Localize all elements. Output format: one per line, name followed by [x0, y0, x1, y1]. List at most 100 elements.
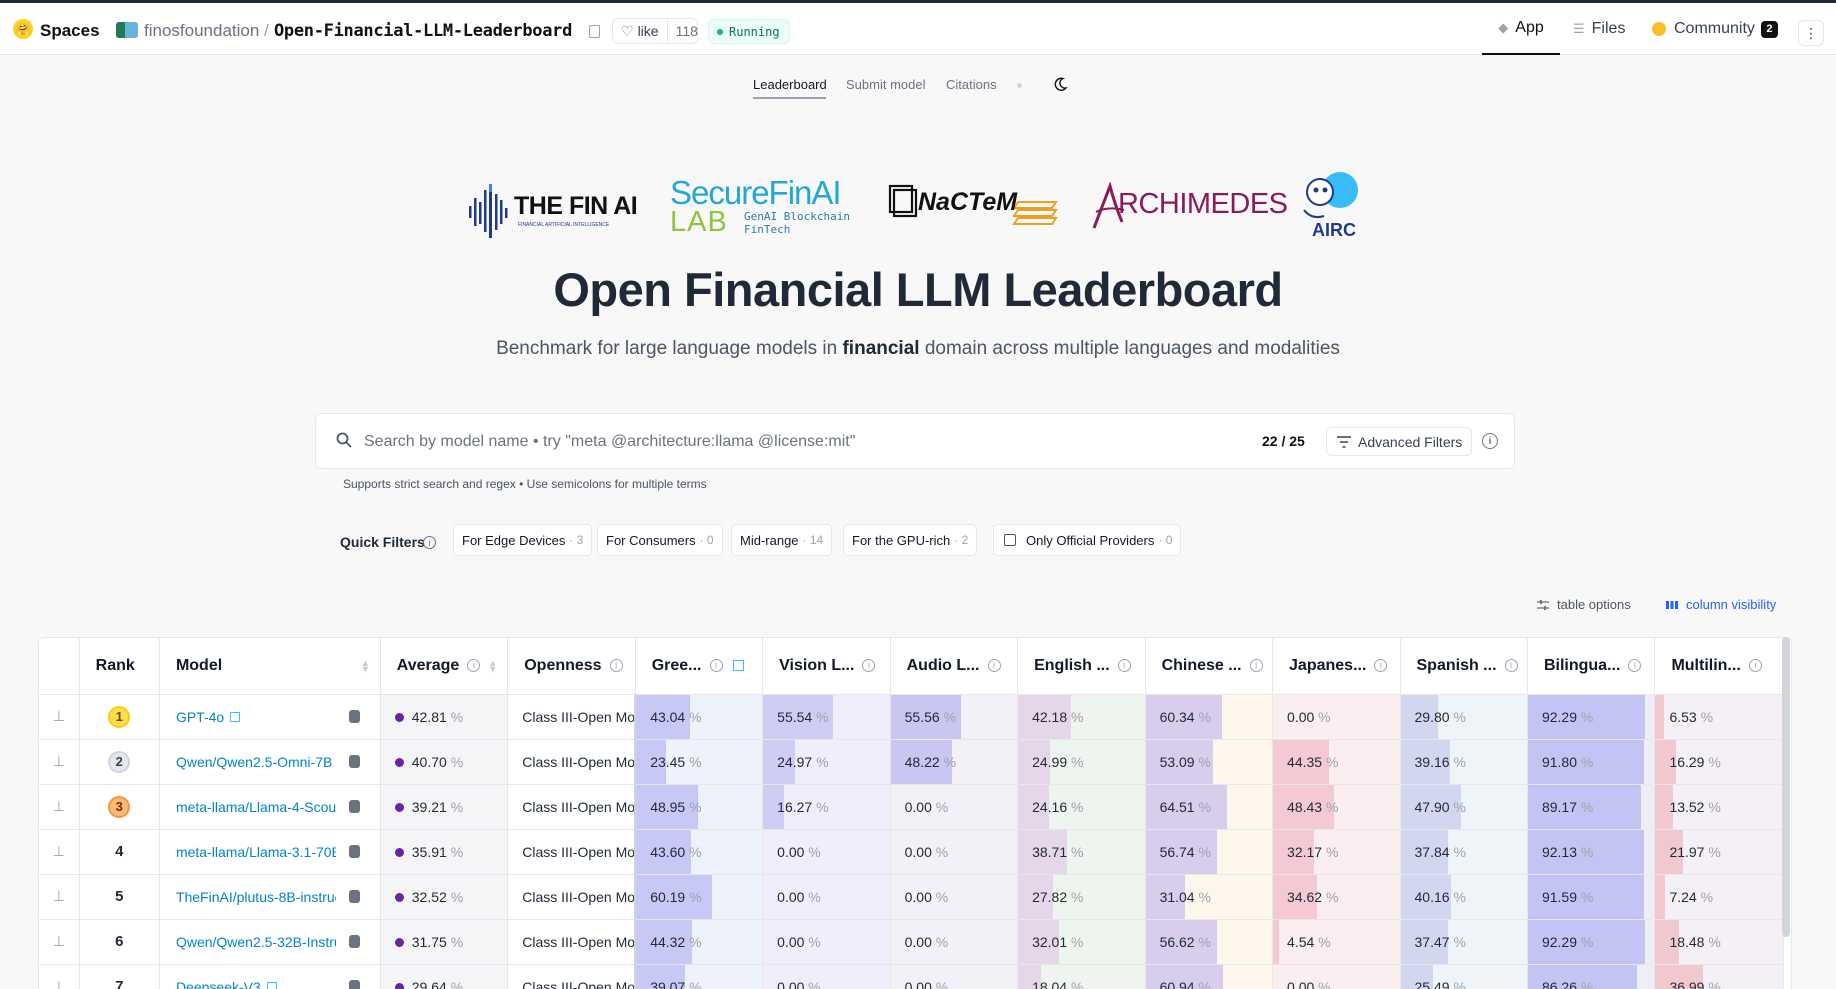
column-header-chinese[interactable]: Chinese ... i	[1145, 638, 1274, 695]
table-scrollbar[interactable]	[1782, 637, 1790, 937]
info-icon[interactable]: i	[1374, 659, 1388, 673]
table-row[interactable]: ⊥ 2 Qwen/Qwen2.5-Omni-7B 40.70 % Class I…	[39, 739, 1784, 785]
column-header-multilingual[interactable]: Multilin... i	[1654, 638, 1784, 695]
external-link-icon[interactable]	[732, 660, 744, 672]
model-cell[interactable]: Qwen/Qwen2.5-Omni-7B	[159, 739, 381, 785]
rank-medal-icon: 1	[108, 705, 131, 728]
tab-files[interactable]: ☰ Files	[1573, 3, 1625, 55]
percent-sign: %	[1453, 933, 1466, 950]
info-icon[interactable]: i	[467, 659, 481, 673]
filter-chip-consumers[interactable]: For Consumers · 0	[597, 524, 723, 556]
advanced-filters-button[interactable]: Advanced Filters	[1326, 427, 1472, 456]
tab-leaderboard[interactable]: Leaderboard	[753, 77, 827, 92]
score-number: 37.47	[1414, 933, 1450, 950]
info-icon[interactable]: i	[1504, 659, 1518, 673]
column-header-greek[interactable]: Gree... i	[635, 638, 764, 695]
column-header-spanish[interactable]: Spanish ... i	[1400, 638, 1528, 695]
table-row[interactable]: ⊥ 7 Deepseek-V3 29.64 % Class III-Open M…	[39, 964, 1784, 989]
column-header-bilingual[interactable]: Bilingua... i	[1527, 638, 1656, 695]
repo-name[interactable]: Open-Financial-LLM-Leaderboard	[274, 21, 572, 41]
like-button[interactable]: ♡ like 118	[612, 18, 698, 44]
logo-nactem[interactable]: NaCTeM	[888, 182, 1058, 239]
model-cell[interactable]: TheFinAI/plutus-8B-instruct	[159, 874, 381, 920]
model-link[interactable]: TheFinAI/plutus-8B-instruct	[176, 889, 336, 905]
model-link[interactable]: meta-llama/Llama-3.1-70B	[176, 844, 336, 860]
copy-icon[interactable]	[589, 25, 600, 38]
org-link[interactable]: finosfoundation	[144, 21, 259, 41]
column-header-model[interactable]: Model ▲ ▼	[159, 638, 381, 695]
pin-row-button[interactable]: ⊥	[39, 874, 80, 920]
tab-community[interactable]: Community 2	[1652, 3, 1778, 55]
column-header-rank[interactable]: Rank	[79, 638, 160, 695]
search-input[interactable]	[364, 428, 1244, 456]
model-link[interactable]: Qwen/Qwen2.5-Omni-7B	[176, 754, 332, 770]
filter-chip-official-providers[interactable]: Only Official Providers · 0	[993, 524, 1182, 556]
column-visibility-button[interactable]: column visibility	[1666, 597, 1776, 612]
pin-row-button[interactable]: ⊥	[39, 964, 80, 989]
score-value: 60.34 %	[1146, 709, 1211, 725]
official-providers-checkbox[interactable]	[1004, 534, 1016, 546]
filter-chip-mid-range[interactable]: Mid-range · 14	[731, 524, 833, 556]
external-link-icon[interactable]	[230, 712, 241, 723]
info-icon[interactable]: i	[987, 659, 1001, 673]
search-info-icon[interactable]: i	[1482, 433, 1498, 449]
table-options-button[interactable]: table options	[1537, 597, 1631, 612]
info-icon[interactable]: i	[1117, 659, 1131, 673]
score-number: 21.97	[1669, 843, 1705, 860]
pin-row-button[interactable]: ⊥	[39, 739, 80, 785]
rank-cell: 2	[79, 739, 160, 785]
model-link[interactable]: Deepseek-V3	[176, 979, 261, 989]
logo-archimedes[interactable]: RCHIMEDES	[1092, 181, 1288, 237]
column-header-vision[interactable]: Vision L... i	[762, 638, 891, 695]
info-icon[interactable]: i	[1628, 659, 1642, 673]
sort-icon[interactable]: ▲ ▼	[488, 659, 497, 674]
pin-row-button[interactable]: ⊥	[39, 694, 80, 740]
table-row[interactable]: ⊥ 6 Qwen/Qwen2.5-32B-Instruct 31.75 % Cl…	[39, 919, 1784, 965]
model-link[interactable]: meta-llama/Llama-4-Scout	[176, 799, 336, 815]
model-cell[interactable]: Qwen/Qwen2.5-32B-Instruct	[159, 919, 381, 965]
info-icon[interactable]: i	[609, 659, 623, 673]
logo-the-fin-ai[interactable]: THE FIN AI FINANCIAL ARTIFICIAL INTELLIG…	[468, 180, 638, 245]
model-link[interactable]: Qwen/Qwen2.5-32B-Instruct	[176, 934, 336, 950]
column-header-english[interactable]: English ... i	[1017, 638, 1146, 695]
model-cell[interactable]: meta-llama/Llama-3.1-70B	[159, 829, 381, 875]
percent-sign: %	[808, 888, 821, 905]
community-icon	[1652, 22, 1666, 36]
column-header-openness[interactable]: Openness i	[507, 638, 636, 695]
tab-submit-model[interactable]: Submit model	[846, 77, 925, 92]
pin-row-button[interactable]: ⊥	[39, 919, 80, 965]
column-header-japanese[interactable]: Japanes... i	[1272, 638, 1401, 695]
percent-sign: %	[1708, 798, 1721, 815]
tab-app[interactable]: ◆ App	[1482, 3, 1560, 55]
table-row[interactable]: ⊥ 1 GPT-4o 42.81 % Class III-Open Mo 43.0…	[39, 694, 1784, 740]
logo-airc[interactable]: AIRC	[1298, 170, 1364, 245]
column-header-average[interactable]: Average i ▲ ▼	[380, 638, 509, 695]
more-options-button[interactable]: ⋮	[1798, 20, 1824, 46]
external-link-icon[interactable]	[266, 982, 277, 989]
model-cell[interactable]: Deepseek-V3	[159, 964, 381, 989]
tab-separator-dot	[1017, 83, 1022, 88]
pin-row-button[interactable]: ⊥	[39, 784, 80, 830]
table-row[interactable]: ⊥ 4 meta-llama/Llama-3.1-70B 35.91 % Cla…	[39, 829, 1784, 875]
model-cell[interactable]: GPT-4o	[159, 694, 381, 740]
model-cell[interactable]: meta-llama/Llama-4-Scout	[159, 784, 381, 830]
pin-row-button[interactable]: ⊥	[39, 829, 80, 875]
quick-filters-info-icon[interactable]: i	[423, 536, 436, 549]
info-icon[interactable]: i	[709, 659, 723, 673]
tab-citations[interactable]: Citations	[946, 77, 997, 92]
pin-icon: ⊥	[52, 978, 65, 989]
filter-chip-edge-devices[interactable]: For Edge Devices · 3	[453, 524, 593, 556]
hugging-face-logo-icon[interactable]: 🤗	[13, 19, 33, 39]
info-icon[interactable]: i	[1249, 659, 1263, 673]
info-icon[interactable]: i	[862, 659, 876, 673]
filter-chip-gpu-rich[interactable]: For the GPU-rich · 2	[843, 524, 978, 556]
table-row[interactable]: ⊥ 3 meta-llama/Llama-4-Scout 39.21 % Cla…	[39, 784, 1784, 830]
spaces-link[interactable]: Spaces	[40, 21, 100, 41]
table-row[interactable]: ⊥ 5 TheFinAI/plutus-8B-instruct 32.52 % …	[39, 874, 1784, 920]
sort-icon[interactable]: ▲ ▼	[361, 659, 370, 674]
dark-mode-toggle-icon[interactable]	[1052, 76, 1068, 92]
model-link[interactable]: GPT-4o	[176, 709, 224, 725]
score-number: 47.90	[1414, 798, 1450, 815]
column-header-audio[interactable]: Audio L... i	[890, 638, 1019, 695]
info-icon[interactable]: i	[1748, 659, 1762, 673]
